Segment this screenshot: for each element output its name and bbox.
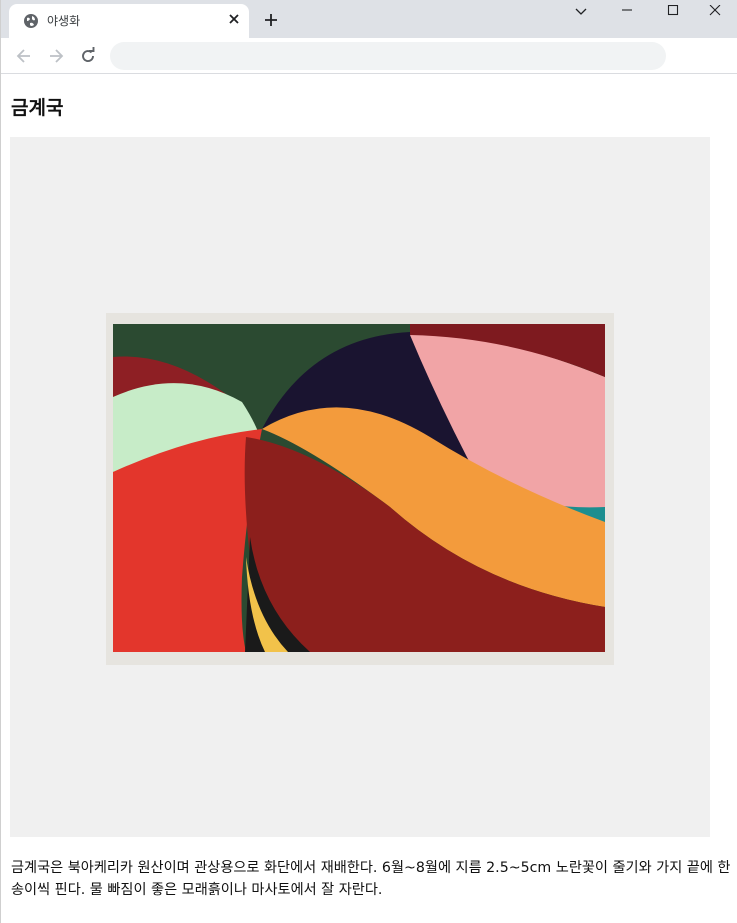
address-bar[interactable] bbox=[110, 42, 666, 70]
browser-tab[interactable]: 야생화 bbox=[9, 4, 249, 38]
back-arrow-icon[interactable] bbox=[14, 46, 34, 66]
page-title: 금계국 bbox=[11, 97, 64, 119]
artwork-image-frame bbox=[10, 137, 710, 837]
globe-icon bbox=[24, 14, 38, 28]
forward-arrow-icon[interactable] bbox=[46, 46, 66, 66]
browser-titlebar: 야생화 bbox=[1, 0, 737, 38]
new-tab-plus-icon[interactable] bbox=[263, 12, 279, 28]
minimize-icon bbox=[622, 9, 632, 11]
page-content: 금계국 금계국은 북아케리카 원산이며 관상용으로 화단에서 재배한다. 6월~… bbox=[1, 75, 737, 923]
plant-description: 금계국은 북아케리카 원산이며 관상용으로 화단에서 재배한다. 6월~8월에 … bbox=[11, 860, 731, 898]
maximize-icon bbox=[667, 5, 679, 16]
browser-toolbar bbox=[1, 38, 737, 74]
minimize-button[interactable] bbox=[604, 0, 650, 24]
close-icon bbox=[709, 5, 721, 16]
reload-icon[interactable] bbox=[78, 46, 98, 66]
abstract-painting-image bbox=[106, 313, 614, 665]
maximize-button[interactable] bbox=[650, 0, 696, 24]
tab-search-button[interactable] bbox=[558, 0, 604, 24]
close-tab-icon[interactable] bbox=[227, 12, 241, 26]
close-window-button[interactable] bbox=[692, 0, 737, 24]
tab-title: 야생화 bbox=[47, 14, 81, 28]
chevron-down-icon bbox=[575, 8, 587, 15]
